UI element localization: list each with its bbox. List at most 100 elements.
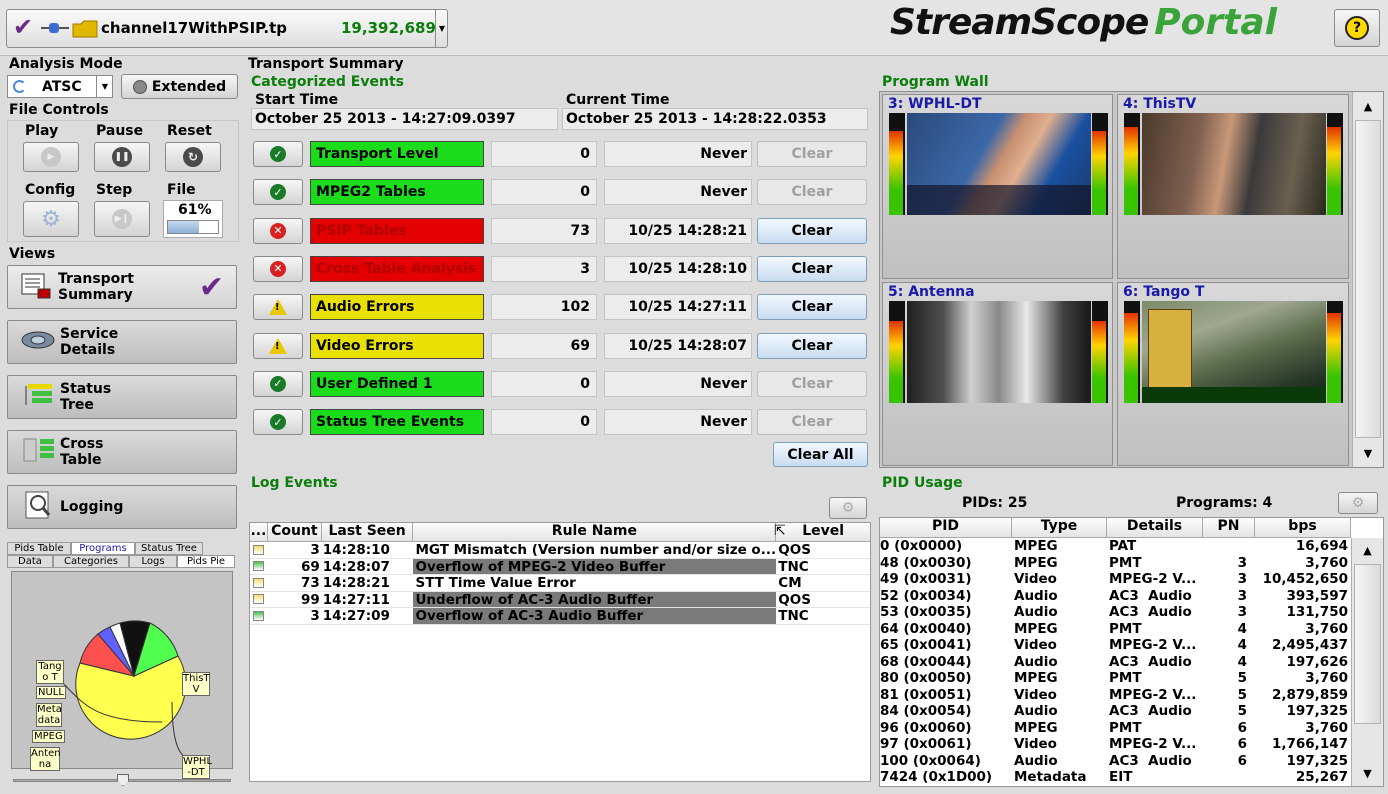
- log-settings-button[interactable]: ⚙: [829, 497, 867, 519]
- view-service-details[interactable]: Service Details: [7, 320, 237, 364]
- view-cross-table[interactable]: Cross Table: [7, 430, 237, 474]
- pid-table-scrollbar[interactable]: ▲ ▼: [1351, 538, 1383, 786]
- pid-row[interactable]: 48 (0x0030) MPEG PMT 3 3,760: [880, 555, 1383, 572]
- view-status-tree[interactable]: Status Tree: [7, 375, 237, 419]
- log-row[interactable]: 69 14:28:07 Overflow of MPEG-2 Video Buffe…: [250, 558, 870, 575]
- pid-row[interactable]: 96 (0x0060) MPEG PMT 6 3,760: [880, 720, 1383, 737]
- pid-row[interactable]: 52 (0x0034) Audio AC3 Audio 3 393,597: [880, 588, 1383, 605]
- pid-row[interactable]: 53 (0x0035) Audio AC3 Audio 3 131,750: [880, 604, 1383, 621]
- pid-row[interactable]: 49 (0x0031) Video MPEG-2 V... 3 10,452,650: [880, 571, 1383, 588]
- event-clear-button[interactable]: Clear: [757, 179, 867, 206]
- event-clear-button[interactable]: Clear: [757, 141, 867, 167]
- program-tile[interactable]: 6: Tango T: [1117, 282, 1349, 466]
- col-last-seen[interactable]: Last Seen: [321, 523, 414, 542]
- file-dropdown-button[interactable]: ▼: [435, 10, 448, 47]
- scroll-down-button[interactable]: ▼: [1354, 763, 1381, 783]
- program-wall-panel: Program Wall 3: WPHL-DT 4: ThisTV 5: Ant…: [876, 56, 1388, 794]
- pid-row[interactable]: 84 (0x0054) Audio AC3 Audio 5 197,325: [880, 703, 1383, 720]
- event-status-button[interactable]: ✓: [253, 141, 303, 167]
- pid-row[interactable]: 68 (0x0044) Audio AC3 Audio 4 197,626: [880, 654, 1383, 671]
- help-button[interactable]: ?: [1334, 9, 1380, 47]
- config-button[interactable]: ⚙: [23, 201, 79, 237]
- event-status-button[interactable]: !: [253, 332, 303, 359]
- log-row[interactable]: 99 14:27:11 Underflow of AC-3 Audio Buffer…: [250, 591, 870, 608]
- event-row: ✓ MPEG2 Tables 0 Never Clear: [253, 179, 873, 207]
- pid-usage-title: PID Usage: [882, 475, 963, 491]
- event-label[interactable]: Cross Table Analysis: [310, 255, 484, 282]
- tab-status-tree[interactable]: Status Tree: [135, 542, 203, 555]
- tab-categories[interactable]: Categories: [53, 555, 129, 568]
- event-clear-button[interactable]: Clear: [757, 294, 867, 321]
- file-label: File: [167, 182, 196, 198]
- event-label[interactable]: Audio Errors: [310, 294, 484, 321]
- pause-button[interactable]: ❚❚: [94, 142, 150, 172]
- log-row-last-seen: 14:27:09: [322, 608, 390, 624]
- scroll-down-button[interactable]: ▼: [1355, 441, 1381, 465]
- event-label[interactable]: MPEG2 Tables: [310, 179, 484, 206]
- scroll-up-button[interactable]: ▲: [1355, 94, 1381, 118]
- event-clear-button[interactable]: Clear: [757, 409, 867, 436]
- clear-all-button[interactable]: Clear All: [773, 442, 868, 467]
- extended-button[interactable]: Extended: [121, 74, 238, 99]
- event-status-button[interactable]: ✓: [253, 409, 303, 436]
- col-bps[interactable]: bps: [1255, 518, 1351, 538]
- event-label[interactable]: Status Tree Events: [310, 409, 484, 436]
- log-row[interactable]: 73 14:28:21 STT Time Value Error CM: [250, 575, 870, 592]
- pid-row[interactable]: 80 (0x0050) MPEG PMT 5 3,760: [880, 670, 1383, 687]
- event-clear-button[interactable]: Clear: [757, 255, 867, 282]
- col-type[interactable]: Type: [1012, 518, 1107, 538]
- pid-row[interactable]: 81 (0x0051) Video MPEG-2 V... 5 2,879,859: [880, 687, 1383, 704]
- col-level[interactable]: Level: [776, 523, 870, 542]
- tab-pids-pie[interactable]: Pids Pie: [177, 555, 235, 568]
- log-row[interactable]: 3 14:27:09 Overflow of AC-3 Audio Buffer TN…: [250, 608, 870, 625]
- pid-settings-button[interactable]: ⚙: [1338, 492, 1378, 514]
- pid-row[interactable]: 7424 (0x1D00) Metadata EIT 25,267: [880, 769, 1383, 786]
- event-clear-button[interactable]: Clear: [757, 370, 867, 397]
- view-transport-summary[interactable]: Transport Summary ✔: [7, 265, 237, 309]
- event-label[interactable]: Video Errors: [310, 332, 484, 359]
- video-ticker: [1142, 387, 1326, 403]
- analysis-mode-select[interactable]: ATSC ▼: [7, 75, 113, 98]
- event-label[interactable]: Transport Level: [310, 141, 484, 167]
- event-clear-button[interactable]: Clear: [757, 217, 867, 244]
- pid-row[interactable]: 97 (0x0061) Video MPEG-2 V... 6 1,766,147: [880, 736, 1383, 753]
- log-row[interactable]: 3 14:28:10 MGT Mismatch (Version number an…: [250, 542, 870, 559]
- program-tile[interactable]: 3: WPHL-DT: [882, 94, 1113, 279]
- pid-row[interactable]: 64 (0x0040) MPEG PMT 4 3,760: [880, 621, 1383, 638]
- event-status-button[interactable]: ✓: [253, 370, 303, 397]
- scroll-up-button[interactable]: ▲: [1354, 540, 1381, 560]
- event-status-button[interactable]: ✕: [253, 255, 303, 282]
- col-pid[interactable]: PID: [880, 518, 1012, 538]
- col-details[interactable]: Details: [1107, 518, 1203, 538]
- step-button[interactable]: ▶❙: [94, 201, 150, 237]
- reset-button[interactable]: ↻: [165, 142, 221, 172]
- tab-data[interactable]: Data: [7, 555, 53, 568]
- pid-row[interactable]: 100 (0x0064) Audio AC3 Audio 6 197,325: [880, 753, 1383, 770]
- scroll-thumb[interactable]: [1354, 564, 1381, 724]
- program-tile[interactable]: 5: Antenna: [882, 282, 1113, 466]
- event-status-button[interactable]: !: [253, 294, 303, 321]
- pie-zoom-slider[interactable]: [13, 774, 231, 786]
- play-button[interactable]: ▶: [23, 142, 79, 172]
- slider-thumb[interactable]: [117, 774, 129, 786]
- tab-pids-table[interactable]: Pids Table: [7, 542, 71, 555]
- program-tile[interactable]: 4: ThisTV: [1117, 94, 1349, 279]
- program-wall-scrollbar[interactable]: ▲ ▼: [1352, 92, 1383, 467]
- pid-row-pn: 3: [1237, 571, 1247, 587]
- pid-row[interactable]: 65 (0x0041) Video MPEG-2 V... 4 2,495,437: [880, 637, 1383, 654]
- col-rule-name[interactable]: Rule Name: [413, 523, 777, 542]
- col-pn[interactable]: PN: [1203, 518, 1255, 538]
- view-logging[interactable]: Logging: [7, 485, 237, 529]
- file-selector[interactable]: ✔ channel17WithPSIP.tp 19,392,689 ▼: [6, 9, 448, 48]
- event-clear-button[interactable]: Clear: [757, 332, 867, 359]
- col-count[interactable]: Count: [267, 523, 322, 542]
- event-status-button[interactable]: ✕: [253, 217, 303, 244]
- tab-programs[interactable]: Programs: [71, 542, 135, 555]
- col-indicator[interactable]: ...: [250, 523, 268, 542]
- event-status-button[interactable]: ✓: [253, 179, 303, 206]
- tab-logs[interactable]: Logs: [129, 555, 177, 568]
- event-label[interactable]: PSIP Tables: [310, 217, 484, 244]
- pid-row[interactable]: 0 (0x0000) MPEG PAT 16,694: [880, 538, 1383, 555]
- event-label[interactable]: User Defined 1: [310, 370, 484, 397]
- scroll-thumb[interactable]: [1355, 120, 1381, 438]
